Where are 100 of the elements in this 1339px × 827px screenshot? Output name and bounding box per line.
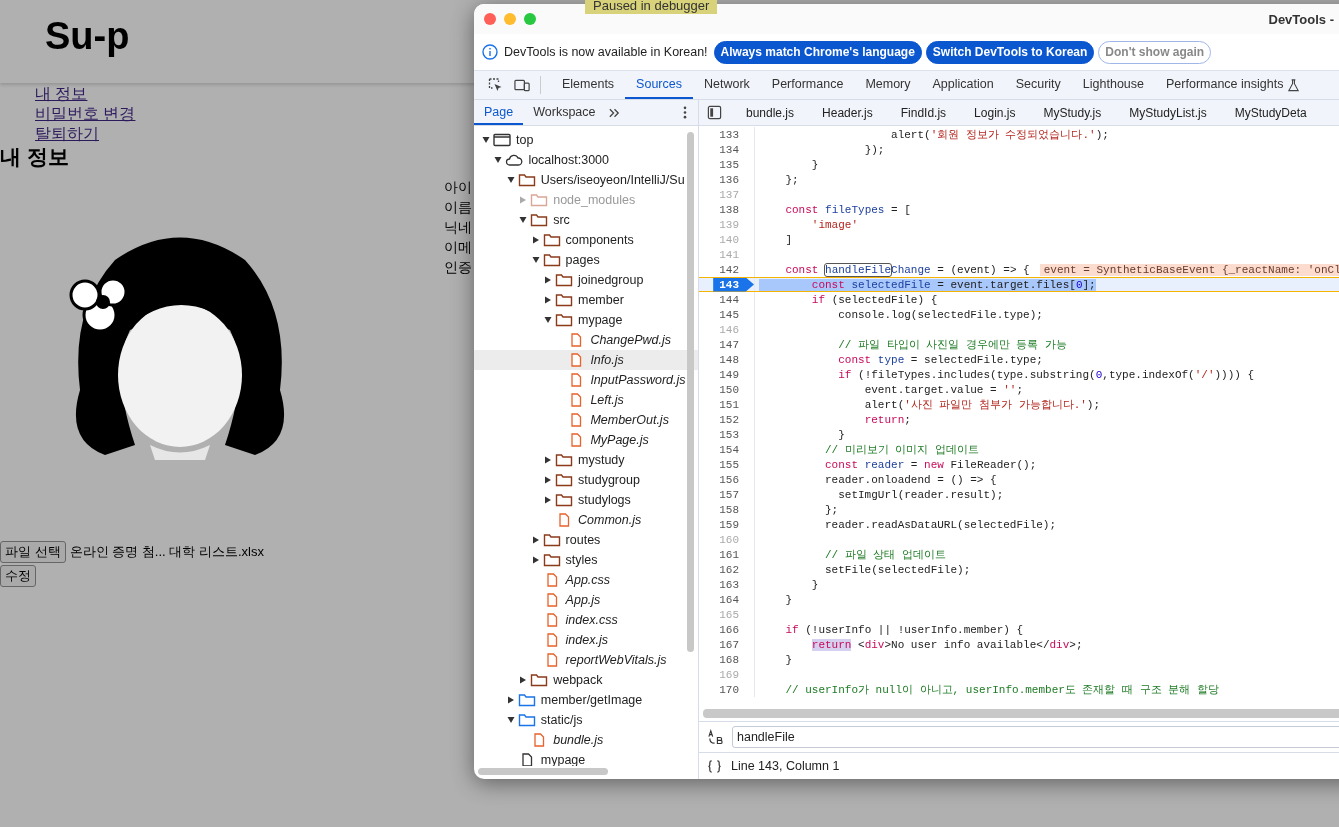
- line-number[interactable]: 159: [719, 517, 754, 532]
- file-tree-item[interactable]: index.css: [474, 610, 698, 630]
- caret-icon[interactable]: [482, 136, 490, 144]
- caret-icon[interactable]: [519, 216, 528, 224]
- line-number[interactable]: 152: [719, 412, 754, 427]
- file-tree-item[interactable]: pages: [474, 250, 698, 270]
- file-tree-item[interactable]: mypage: [474, 310, 698, 330]
- file-tree-item[interactable]: Info.js: [474, 350, 698, 370]
- more-options-icon[interactable]: [683, 106, 687, 119]
- notice-button[interactable]: Don't show again: [1098, 40, 1212, 64]
- caret-icon[interactable]: [494, 156, 503, 164]
- submit-button[interactable]: 수정: [0, 565, 36, 587]
- line-number[interactable]: 154: [719, 442, 754, 457]
- nav-link[interactable]: 내 정보: [35, 84, 88, 104]
- line-number[interactable]: 161: [719, 547, 754, 562]
- panel-tab[interactable]: Memory: [854, 71, 922, 99]
- file-tree-item[interactable]: App.js: [474, 590, 698, 610]
- line-number[interactable]: 163: [719, 577, 754, 592]
- caret-icon[interactable]: [544, 476, 552, 484]
- file-tree-item[interactable]: static/js: [474, 710, 698, 730]
- panel-tab[interactable]: Application: [921, 71, 1005, 99]
- site-logo[interactable]: Su-p: [45, 15, 130, 58]
- notice-button[interactable]: Always match Chrome's language: [713, 40, 922, 64]
- panel-tab[interactable]: Network: [692, 71, 761, 99]
- scrollbar[interactable]: [687, 132, 694, 652]
- line-number[interactable]: 164: [719, 592, 754, 607]
- file-tree-item[interactable]: mypage: [474, 750, 698, 766]
- editor-tab[interactable]: bundle.js: [732, 100, 809, 125]
- nav-link[interactable]: 탈퇴하기: [35, 124, 99, 144]
- choose-file-button[interactable]: 파일 선택: [0, 541, 66, 563]
- caret-icon[interactable]: [544, 276, 552, 284]
- nav-link[interactable]: 비밀번호 변경: [35, 104, 136, 124]
- scrollbar[interactable]: [703, 709, 1339, 718]
- line-number[interactable]: 168: [719, 652, 754, 667]
- caret-icon[interactable]: [531, 536, 540, 544]
- match-case-icon[interactable]: [707, 728, 724, 746]
- editor-tab[interactable]: FindId.js: [886, 100, 961, 125]
- device-toolbar-icon[interactable]: [514, 77, 531, 93]
- file-tree-item[interactable]: routes: [474, 530, 698, 550]
- line-number[interactable]: 147: [719, 337, 754, 352]
- line-number[interactable]: 149: [719, 367, 754, 382]
- line-number[interactable]: 162: [719, 562, 754, 577]
- file-tree-item[interactable]: components: [474, 230, 698, 250]
- line-number[interactable]: 158: [719, 502, 754, 517]
- line-number[interactable]: 144: [719, 292, 754, 307]
- close-button[interactable]: [484, 13, 496, 25]
- navigator-tab[interactable]: Workspace: [523, 100, 606, 125]
- line-number[interactable]: 167: [719, 637, 754, 652]
- file-tree-item[interactable]: InputPassword.js: [474, 370, 698, 390]
- panel-tab[interactable]: Security: [1004, 71, 1072, 99]
- line-number[interactable]: 138: [719, 202, 754, 217]
- more-tabs-icon[interactable]: [607, 106, 621, 119]
- line-number[interactable]: 134: [719, 142, 754, 157]
- file-tree-item[interactable]: src: [474, 210, 698, 230]
- line-number[interactable]: 170: [719, 682, 754, 697]
- editor-tab[interactable]: MyStudyDeta: [1220, 100, 1321, 125]
- line-number[interactable]: 136: [719, 172, 754, 187]
- panel-tab[interactable]: Performance: [760, 71, 855, 99]
- caret-icon[interactable]: [506, 696, 515, 704]
- line-number[interactable]: 157: [719, 487, 754, 502]
- file-tree-item[interactable]: Common.js: [474, 510, 698, 530]
- file-tree-item[interactable]: localhost:3000: [474, 150, 698, 170]
- line-number[interactable]: 148: [719, 352, 754, 367]
- editor-tab[interactable]: MyStudyList.js: [1115, 100, 1221, 125]
- caret-icon[interactable]: [531, 236, 540, 244]
- navigator-tab[interactable]: Page: [474, 100, 524, 125]
- line-number[interactable]: 135: [719, 157, 754, 172]
- line-number[interactable]: 143: [713, 277, 754, 292]
- editor-tab[interactable]: Login.js: [960, 100, 1030, 125]
- file-tree-item[interactable]: index.js: [474, 630, 698, 650]
- file-tree-item[interactable]: studylogs: [474, 490, 698, 510]
- file-tree-item[interactable]: MyPage.js: [474, 430, 698, 450]
- caret-icon[interactable]: [531, 256, 540, 264]
- line-number[interactable]: 133: [719, 127, 754, 142]
- caret-icon[interactable]: [506, 176, 515, 184]
- line-number[interactable]: 153: [719, 427, 754, 442]
- file-tree-item[interactable]: webpack: [474, 670, 698, 690]
- line-number[interactable]: 155: [719, 457, 754, 472]
- line-number[interactable]: 166: [719, 622, 754, 637]
- line-number[interactable]: 150: [719, 382, 754, 397]
- line-number[interactable]: 156: [719, 472, 754, 487]
- caret-icon[interactable]: [544, 296, 552, 304]
- caret-icon[interactable]: [544, 456, 552, 464]
- caret-icon[interactable]: [544, 316, 552, 324]
- panel-tab[interactable]: Performance insights: [1155, 71, 1295, 99]
- file-tree-item[interactable]: mystudy: [474, 450, 698, 470]
- caret-icon[interactable]: [531, 556, 540, 564]
- editor-tab[interactable]: Header.js: [808, 100, 887, 125]
- file-tree-item[interactable]: studygroup: [474, 470, 698, 490]
- editor-tab[interactable]: MyStudy.js: [1029, 100, 1116, 125]
- scrollbar[interactable]: [478, 768, 608, 775]
- file-tree-item[interactable]: top: [474, 130, 698, 150]
- notice-button[interactable]: Switch DevTools to Korean: [925, 40, 1095, 64]
- line-number[interactable]: 142: [719, 262, 754, 277]
- file-tree-item[interactable]: reportWebVitals.js: [474, 650, 698, 670]
- caret-icon[interactable]: [544, 496, 552, 504]
- line-number[interactable]: 145: [719, 307, 754, 322]
- file-tree-item[interactable]: Users/iseoyeon/IntelliJ/Su: [474, 170, 698, 190]
- file-tree-item[interactable]: member/getImage: [474, 690, 698, 710]
- caret-icon[interactable]: [519, 676, 528, 684]
